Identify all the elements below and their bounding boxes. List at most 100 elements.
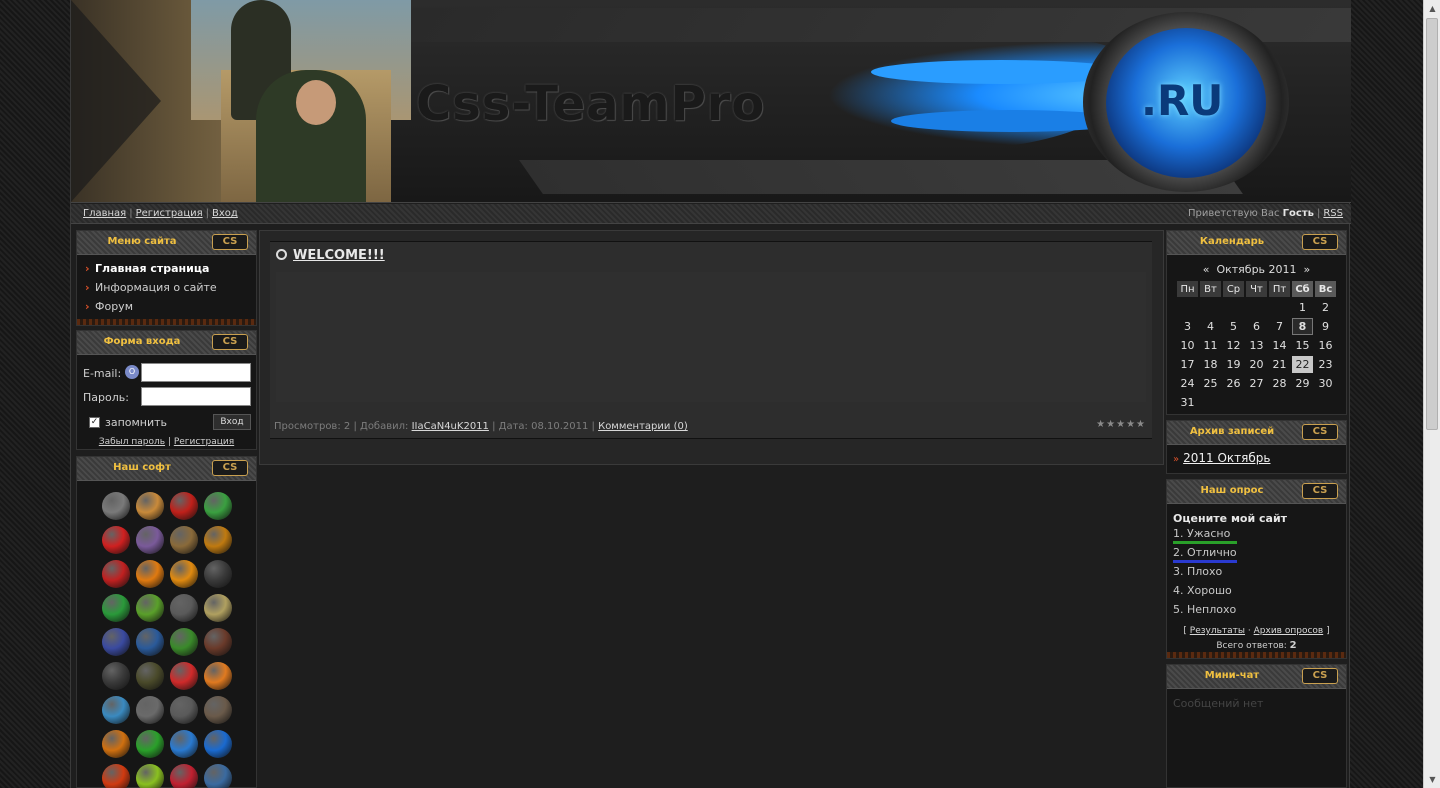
chat-empty-message: Сообщений нет xyxy=(1173,697,1264,710)
forgot-password-link[interactable]: Забыл пароль xyxy=(99,437,165,447)
archive-block: Архив записей CS » 2011 Октябрь xyxy=(1166,420,1347,474)
calendar-day[interactable]: 13 xyxy=(1246,337,1267,354)
menu-item-about[interactable]: Информация о сайте xyxy=(83,278,250,297)
calendar-day[interactable]: 14 xyxy=(1269,337,1290,354)
calendar-day[interactable]: 31 xyxy=(1177,394,1198,411)
software-icon[interactable] xyxy=(201,489,235,523)
software-icon[interactable] xyxy=(201,557,235,591)
scrollbar[interactable]: ▲ ▼ xyxy=(1423,0,1440,788)
nav-home-link[interactable]: Главная xyxy=(83,208,126,219)
software-icon[interactable] xyxy=(167,693,201,727)
software-icon[interactable] xyxy=(99,727,133,761)
calendar-day[interactable]: 15 xyxy=(1292,337,1313,354)
email-field[interactable] xyxy=(141,363,251,382)
software-icon[interactable] xyxy=(201,727,235,761)
software-icon[interactable] xyxy=(201,523,235,557)
software-icon[interactable] xyxy=(133,591,167,625)
calendar-day[interactable]: 27 xyxy=(1246,375,1267,392)
entry-title-link[interactable]: WELCOME!!! xyxy=(293,248,385,263)
calendar-day[interactable]: 17 xyxy=(1177,356,1198,373)
software-icon[interactable] xyxy=(99,625,133,659)
software-icon[interactable] xyxy=(167,591,201,625)
software-icon[interactable] xyxy=(167,625,201,659)
calendar-day[interactable]: 19 xyxy=(1223,356,1244,373)
software-icon[interactable] xyxy=(133,659,167,693)
openid-icon[interactable]: O xyxy=(125,365,139,379)
software-icon[interactable] xyxy=(99,523,133,557)
password-field[interactable] xyxy=(141,387,251,406)
software-icon[interactable] xyxy=(133,523,167,557)
poll-option: 5. Неплохо xyxy=(1173,603,1340,622)
calendar-day[interactable]: 10 xyxy=(1177,337,1198,354)
poll-block: Наш опрос CS Оцените мой сайт 1. Ужасно 2… xyxy=(1166,479,1347,659)
comments-link[interactable]: Комментарии (0) xyxy=(598,421,688,432)
calendar-day[interactable]: 24 xyxy=(1177,375,1198,392)
menu-item-home[interactable]: Главная страница xyxy=(83,259,250,278)
archive-item[interactable]: 2011 Октябрь xyxy=(1183,451,1270,465)
author-link[interactable]: IIaCaN4uK2011 xyxy=(412,421,489,432)
rss-link[interactable]: RSS xyxy=(1323,208,1343,219)
block-header: Мини-чат CS xyxy=(1167,665,1346,689)
calendar-day[interactable]: 30 xyxy=(1315,375,1336,392)
calendar-day[interactable]: 1 xyxy=(1292,299,1313,316)
rating-stars[interactable]: ★★★★★ xyxy=(1096,419,1146,430)
software-icon[interactable] xyxy=(167,523,201,557)
calendar-day[interactable]: 20 xyxy=(1246,356,1267,373)
calendar-day[interactable]: 2 xyxy=(1315,299,1336,316)
calendar-day[interactable]: 4 xyxy=(1200,318,1221,335)
software-icon[interactable] xyxy=(201,761,235,788)
calendar-day[interactable]: 12 xyxy=(1223,337,1244,354)
software-icon[interactable] xyxy=(99,659,133,693)
software-icon[interactable] xyxy=(167,489,201,523)
calendar-next-button[interactable]: » xyxy=(1304,263,1311,276)
calendar-day[interactable]: 21 xyxy=(1269,356,1290,373)
calendar-day[interactable]: 11 xyxy=(1200,337,1221,354)
calendar-day[interactable]: 3 xyxy=(1177,318,1198,335)
calendar-day[interactable]: 25 xyxy=(1200,375,1221,392)
remember-checkbox[interactable]: ✓ xyxy=(89,417,100,428)
calendar-day[interactable]: 8 xyxy=(1292,318,1313,335)
software-icon[interactable] xyxy=(167,557,201,591)
software-icon[interactable] xyxy=(133,625,167,659)
calendar-day[interactable]: 5 xyxy=(1223,318,1244,335)
calendar-day[interactable]: 6 xyxy=(1246,318,1267,335)
software-icon[interactable] xyxy=(201,625,235,659)
software-icon[interactable] xyxy=(99,693,133,727)
calendar-day[interactable]: 7 xyxy=(1269,318,1290,335)
software-icon[interactable] xyxy=(99,557,133,591)
poll-archive-link[interactable]: Архив опросов xyxy=(1254,626,1324,636)
software-icon[interactable] xyxy=(133,727,167,761)
software-icon[interactable] xyxy=(167,761,201,788)
poll-results-link[interactable]: Результаты xyxy=(1190,626,1245,636)
software-icon[interactable] xyxy=(99,761,133,788)
register-link[interactable]: Регистрация xyxy=(174,437,234,447)
software-icon[interactable] xyxy=(201,591,235,625)
software-icon[interactable] xyxy=(133,761,167,788)
software-icon[interactable] xyxy=(201,693,235,727)
scroll-down-arrow-icon[interactable]: ▼ xyxy=(1424,771,1440,788)
calendar-day[interactable]: 28 xyxy=(1269,375,1290,392)
menu-item-forum[interactable]: Форум xyxy=(83,297,250,316)
calendar-day[interactable]: 22 xyxy=(1292,356,1313,373)
scrollbar-thumb[interactable] xyxy=(1426,18,1438,430)
software-icon[interactable] xyxy=(99,591,133,625)
calendar-day[interactable]: 16 xyxy=(1315,337,1336,354)
calendar-day[interactable]: 9 xyxy=(1315,318,1336,335)
calendar-prev-button[interactable]: « xyxy=(1203,263,1210,276)
software-icon[interactable] xyxy=(133,557,167,591)
software-icon[interactable] xyxy=(201,659,235,693)
software-icon[interactable] xyxy=(99,489,133,523)
nav-register-link[interactable]: Регистрация xyxy=(136,208,203,219)
login-form: E-mail: O Пароль: ✓ запомнить Вход Забыл… xyxy=(77,355,256,457)
calendar-day[interactable]: 26 xyxy=(1223,375,1244,392)
scroll-up-arrow-icon[interactable]: ▲ xyxy=(1424,0,1440,17)
calendar-day[interactable]: 29 xyxy=(1292,375,1313,392)
login-button[interactable]: Вход xyxy=(213,414,251,430)
nav-login-link[interactable]: Вход xyxy=(212,208,238,219)
calendar-day[interactable]: 23 xyxy=(1315,356,1336,373)
calendar-day[interactable]: 18 xyxy=(1200,356,1221,373)
software-icon[interactable] xyxy=(167,727,201,761)
software-icon[interactable] xyxy=(167,659,201,693)
software-icon[interactable] xyxy=(133,693,167,727)
software-icon[interactable] xyxy=(133,489,167,523)
